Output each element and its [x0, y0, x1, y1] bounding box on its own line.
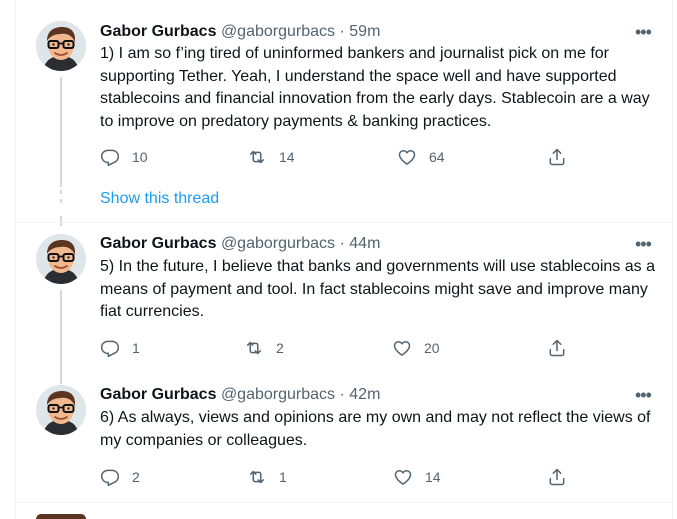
author-handle[interactable]: @gaborgurbacs	[221, 235, 335, 252]
share-button[interactable]	[547, 338, 567, 358]
share-icon	[549, 339, 565, 357]
avatar[interactable]	[36, 385, 86, 435]
reply-icon	[100, 149, 120, 167]
thread-gap-dots	[60, 190, 62, 194]
tweet-time[interactable]: 44m	[349, 235, 380, 252]
retweet-count: 2	[276, 340, 284, 356]
share-button[interactable]	[547, 147, 567, 167]
tweet-time[interactable]: 59m	[349, 23, 380, 40]
tweet-text: 6) As always, views and opinions are my …	[100, 409, 651, 449]
more-icon[interactable]: •••	[635, 235, 652, 253]
thread-line	[60, 290, 62, 370]
retweet-icon	[250, 150, 264, 164]
avatar[interactable]	[36, 234, 86, 284]
reply-count: 1	[132, 340, 140, 356]
reply-count: 2	[132, 469, 140, 485]
avatar-image	[36, 385, 86, 435]
like-button[interactable]: 64	[397, 147, 445, 167]
author-handle[interactable]: @gaborgurbacs	[221, 386, 335, 403]
avatar[interactable]	[36, 21, 86, 71]
reply-icon	[100, 340, 120, 358]
show-thread-link[interactable]: Show this thread	[100, 189, 219, 209]
reply-button[interactable]: 10	[100, 147, 148, 167]
more-icon[interactable]: •••	[635, 23, 652, 41]
like-button[interactable]: 14	[393, 467, 441, 487]
divider	[15, 222, 673, 223]
tweet-text: 5) In the future, I believe that banks a…	[100, 258, 655, 320]
like-count: 64	[429, 149, 445, 165]
share-icon	[549, 468, 565, 486]
retweet-count: 14	[279, 149, 295, 165]
next-tweet-avatar[interactable]	[36, 514, 86, 519]
share-button[interactable]	[547, 467, 567, 487]
tweet-header: Gabor Gurbacs @gaborgurbacs · 59m	[100, 21, 380, 43]
author-handle[interactable]: @gaborgurbacs	[221, 23, 335, 40]
retweet-icon	[250, 470, 264, 484]
share-icon	[549, 148, 565, 166]
like-icon	[393, 341, 411, 356]
retweet-button[interactable]: 2	[244, 338, 284, 358]
like-count: 20	[424, 340, 440, 356]
reply-button[interactable]: 2	[100, 467, 140, 487]
author-name[interactable]: Gabor Gurbacs	[100, 386, 216, 403]
avatar-image	[36, 234, 86, 284]
like-button[interactable]: 20	[392, 338, 440, 358]
like-count: 14	[425, 469, 441, 485]
author-name[interactable]: Gabor Gurbacs	[100, 23, 216, 40]
thread-gap-dots	[60, 199, 62, 203]
author-name[interactable]: Gabor Gurbacs	[100, 235, 216, 252]
separator-dot: ·	[339, 386, 345, 403]
reply-button[interactable]: 1	[100, 338, 140, 358]
thread-line	[60, 77, 62, 187]
separator-dot: ·	[339, 235, 345, 252]
retweet-icon	[247, 341, 261, 355]
avatar-image	[36, 21, 86, 71]
tweet-text: 1) I am so f’ing tired of uninformed ban…	[100, 45, 650, 130]
more-icon[interactable]: •••	[635, 386, 652, 404]
thread-line	[60, 370, 62, 384]
thread-line	[60, 216, 62, 226]
reply-icon	[100, 469, 120, 487]
reply-count: 10	[132, 149, 148, 165]
divider	[15, 502, 673, 503]
retweet-button[interactable]: 14	[247, 147, 295, 167]
like-icon	[398, 150, 416, 165]
retweet-button[interactable]: 1	[247, 467, 287, 487]
separator-dot: ·	[339, 23, 345, 40]
retweet-count: 1	[279, 469, 287, 485]
tweet-header: Gabor Gurbacs @gaborgurbacs · 42m	[100, 384, 380, 406]
like-icon	[394, 470, 412, 485]
tweet-time[interactable]: 42m	[349, 386, 380, 403]
tweet-header: Gabor Gurbacs @gaborgurbacs · 44m	[100, 233, 380, 255]
